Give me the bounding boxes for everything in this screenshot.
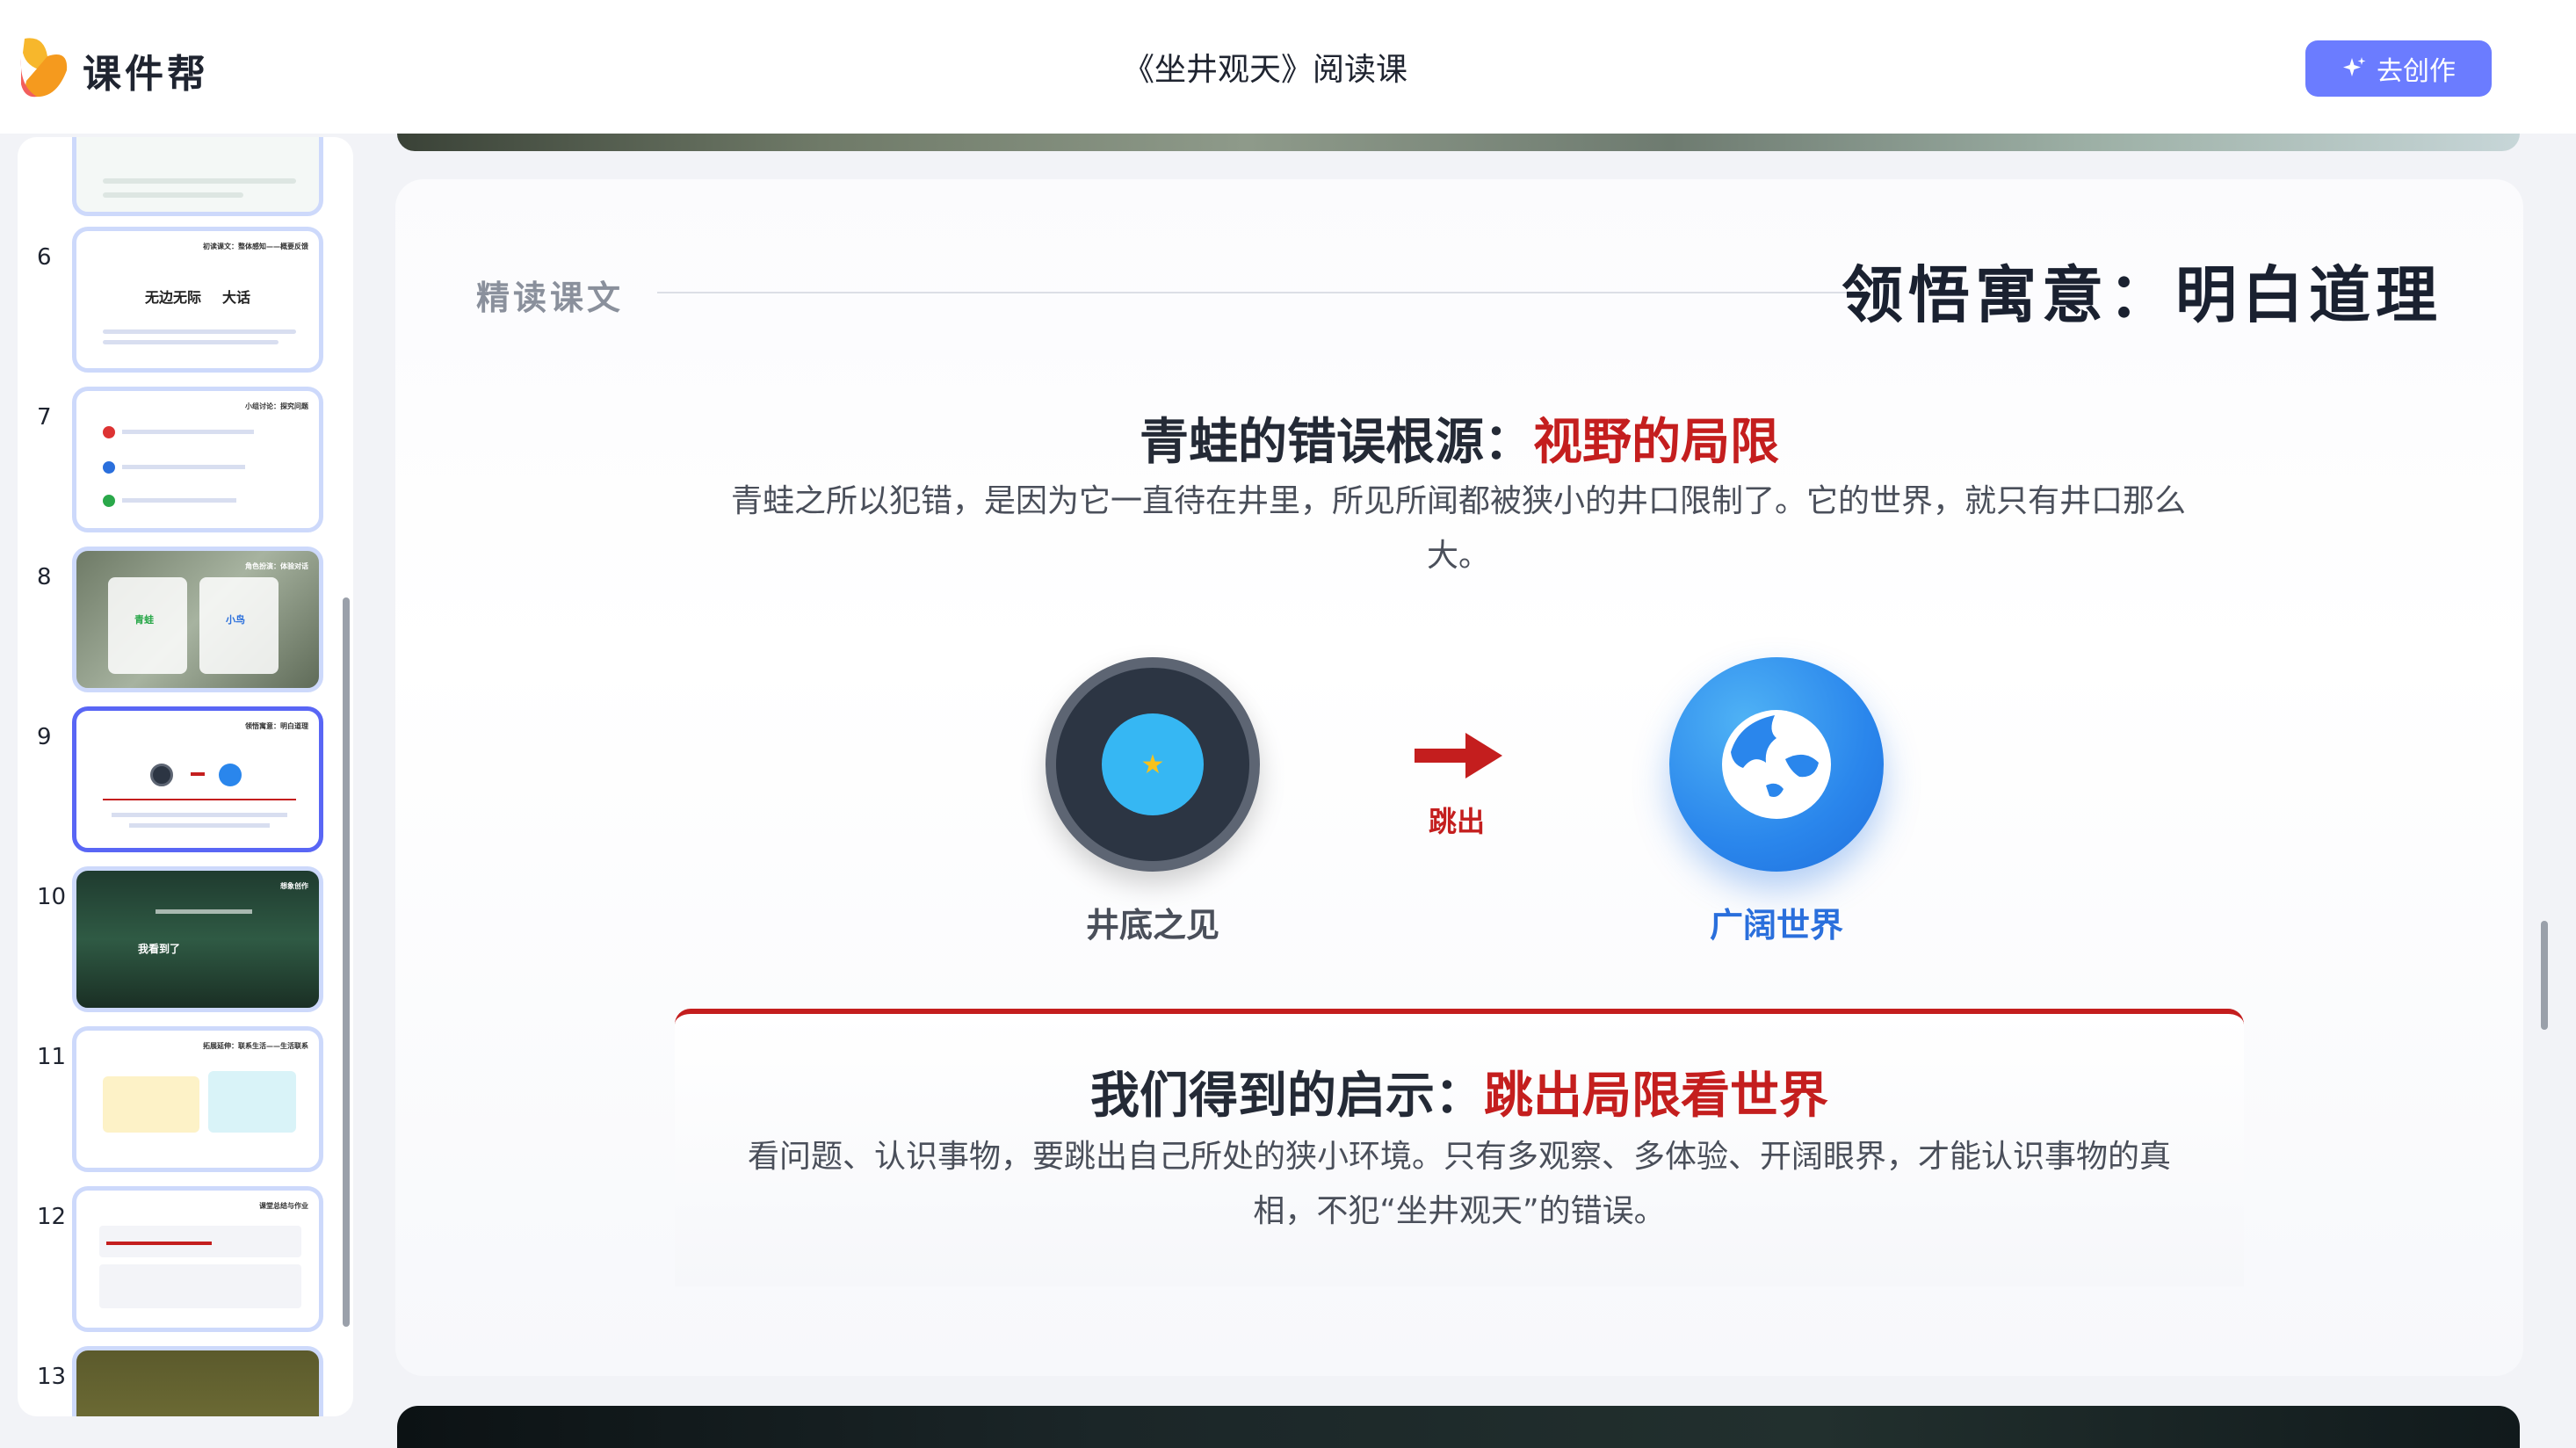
thumbnail-row[interactable]: 12 课堂总结与作业: [18, 1186, 353, 1332]
slide-thumbnail[interactable]: [72, 1346, 323, 1416]
thumbnail-number: 10: [37, 884, 67, 910]
thumbnail-number: 6: [37, 244, 52, 271]
thumbnail-role: 小鸟: [226, 614, 245, 626]
sparkle-icon: [2343, 57, 2366, 76]
arrow-right-icon: [1415, 733, 1502, 778]
thumbnail-row-active[interactable]: 9 领悟寓意：明白道理: [18, 706, 353, 852]
thumbnail-word: 大话: [222, 289, 251, 306]
insight-card: 我们得到的启示：跳出局限看世界 看问题、认识事物，要跳出自己所处的狭小环境。只有…: [675, 1009, 2244, 1286]
star-icon: ★: [1140, 749, 1165, 780]
thumbnail-title: 小组讨论：探究问题: [245, 402, 308, 410]
slide-thumbnail[interactable]: [72, 137, 323, 216]
slide-thumbnail-active[interactable]: 领悟寓意：明白道理: [72, 706, 323, 852]
globe-icon: [1669, 657, 1884, 872]
subtitle-prefix: 青蛙的错误根源：: [1140, 414, 1533, 471]
slide-thumbnail[interactable]: 课堂总结与作业: [72, 1186, 323, 1332]
subtitle-error-root: 青蛙的错误根源：视野的局限: [395, 402, 2523, 474]
insight-paragraph: 看问题、认识事物，要跳出自己所处的狭小环境。只有多观察、多体验、开阔眼界，才能认…: [747, 1139, 2171, 1229]
thumbnail-number: 8: [37, 564, 52, 590]
thumbnail-role: 青蛙: [134, 614, 154, 626]
explanation-paragraph: 青蛙之所以犯错，是因为它一直待在井里，所见所闻都被狭小的井口限制了。它的世界，就…: [730, 483, 2186, 574]
thumbnail-number: 12: [37, 1204, 67, 1230]
thumbnail-word: 无边无际: [145, 289, 202, 306]
section-divider: [657, 292, 1857, 293]
thumbnail-number: 11: [37, 1044, 67, 1070]
slide-canvas[interactable]: 精读课文 领悟寓意：明白道理 青蛙的错误根源：视野的局限 青蛙之所以犯错，是因为…: [387, 134, 2530, 1448]
thumbnail-row[interactable]: 7 小组讨论：探究问题: [18, 387, 353, 532]
world-caption: 广阔世界: [1709, 906, 1843, 945]
slide-heading: 领悟寓意：明白道理: [1842, 259, 2442, 331]
thumbnail-text: 我看到了: [138, 943, 181, 955]
thumbnail-row[interactable]: 13: [18, 1346, 353, 1416]
current-slide[interactable]: 精读课文 领悟寓意：明白道理 青蛙的错误根源：视野的局限 青蛙之所以犯错，是因为…: [395, 179, 2523, 1376]
slide-thumbnail[interactable]: 小组讨论：探究问题: [72, 387, 323, 532]
top-bar: 课件帮 《坐井观天》阅读课 去创作: [0, 0, 2576, 134]
slide-thumbnail[interactable]: 初读课文：整体感知——概要反馈 无边无际 大话: [72, 227, 323, 373]
well-view-icon: ★: [1046, 657, 1260, 872]
thumbnail-title: 领悟寓意：明白道理: [245, 722, 308, 730]
thumbnail-title: 想象创作: [280, 882, 308, 890]
subtitle-prefix: 我们得到的启示：: [1090, 1068, 1484, 1125]
thumbnail-row[interactable]: 11 拓展延伸：联系生活——生活联系: [18, 1026, 353, 1172]
subtitle-insight: 我们得到的启示：跳出局限看世界: [675, 1056, 2244, 1127]
slide-thumbnail[interactable]: 角色扮演：体验对话 青蛙 小鸟: [72, 547, 323, 692]
thumbnail-number: 7: [37, 404, 52, 431]
thumbnail-title: 拓展延伸：联系生活——生活联系: [203, 1042, 308, 1050]
arrow-label: 跳出: [1428, 805, 1485, 838]
thumbnail-title: 课堂总结与作业: [259, 1202, 308, 1210]
section-label: 精读课文: [476, 279, 625, 317]
document-title: 《坐井观天》阅读课: [1122, 52, 1407, 88]
thumbnail-row[interactable]: 6 初读课文：整体感知——概要反馈 无边无际 大话: [18, 227, 353, 373]
thumbnail-row[interactable]: 10 想象创作 我看到了: [18, 866, 353, 1012]
thumbnail-row[interactable]: [18, 137, 353, 216]
canvas-scrollbar[interactable]: [2541, 921, 2548, 1030]
thumbnail-number: 9: [37, 724, 52, 750]
thumbnail-title: 角色扮演：体验对话: [245, 562, 308, 570]
well-caption: 井底之见: [1085, 906, 1219, 945]
previous-slide-edge[interactable]: [397, 134, 2520, 151]
subtitle-highlight: 视野的局限: [1533, 414, 1779, 471]
thumbnail-row[interactable]: 8 角色扮演：体验对话 青蛙 小鸟: [18, 547, 353, 692]
thumbnail-title: 初读课文：整体感知——概要反馈: [203, 243, 308, 250]
slide-thumbnail[interactable]: 拓展延伸：联系生活——生活联系: [72, 1026, 323, 1172]
next-slide-edge[interactable]: [397, 1406, 2520, 1448]
slide-thumbnail-panel[interactable]: 6 初读课文：整体感知——概要反馈 无边无际 大话 7 小组讨论：探究问题 8 …: [18, 137, 353, 1416]
thumbnail-number: 13: [37, 1364, 67, 1390]
slide-thumbnail[interactable]: 想象创作 我看到了: [72, 866, 323, 1012]
sidebar-scrollbar[interactable]: [343, 597, 350, 1327]
create-button-label: 去创作: [2377, 56, 2456, 87]
create-button[interactable]: 去创作: [2305, 40, 2492, 97]
subtitle-highlight: 跳出局限看世界: [1484, 1068, 1828, 1125]
